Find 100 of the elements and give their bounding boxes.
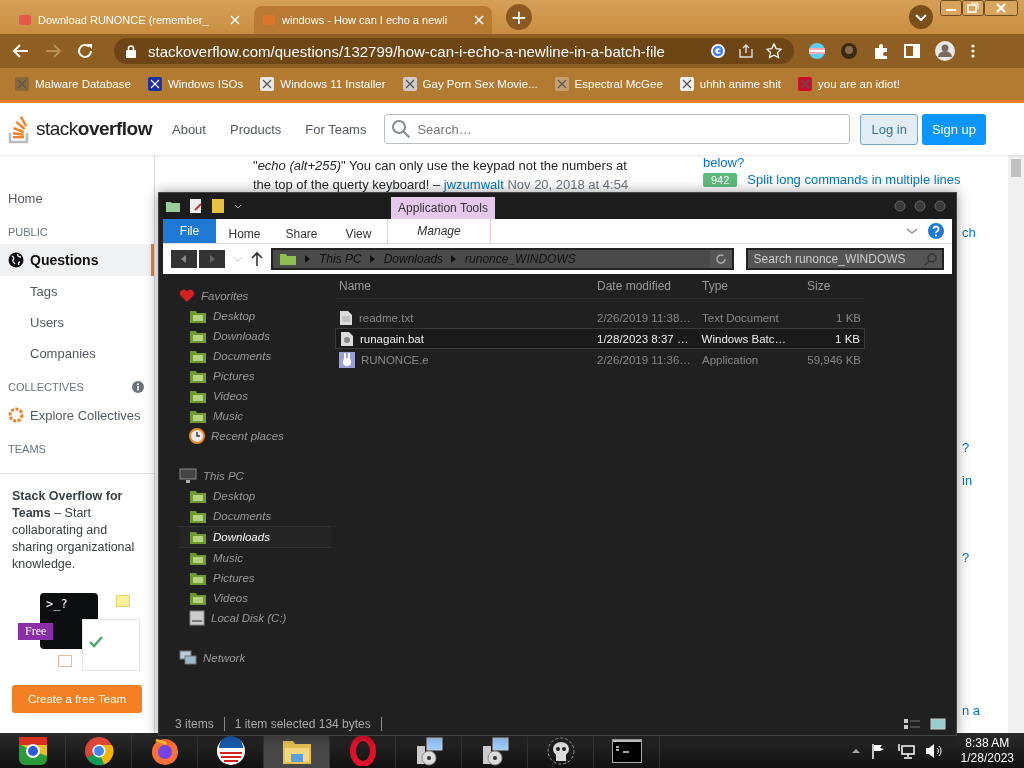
puzzle-icon[interactable]	[872, 42, 890, 60]
star-icon[interactable]	[766, 43, 782, 59]
related-question-link[interactable]: n a	[962, 703, 1008, 718]
folder-icon	[279, 252, 297, 266]
ribbon-tab[interactable]: File	[163, 219, 216, 243]
folder-icon	[189, 408, 207, 424]
related-question-link[interactable]: ?	[962, 550, 1008, 565]
folder-icon[interactable]	[165, 199, 181, 213]
search-engine-icon[interactable]	[710, 43, 726, 59]
search-icon	[391, 119, 412, 139]
bookmark[interactable]: uhhh anime shit	[678, 76, 781, 92]
navigation-item[interactable]: Pictures	[179, 568, 331, 588]
ribbon-tab[interactable]: View	[330, 222, 387, 246]
avatar-icon[interactable]	[840, 42, 858, 60]
search-field[interactable]: Search…	[384, 114, 851, 144]
refresh-icon[interactable]	[709, 250, 732, 268]
thumbnail-view-icon[interactable]	[930, 718, 946, 730]
folder-icon	[189, 590, 207, 606]
site-logo-text[interactable]: stackoverflow	[36, 118, 152, 140]
browser-tab[interactable]: windows - How can I echo a newli	[254, 6, 492, 34]
terminal-icon	[611, 738, 642, 763]
folder-icon[interactable]	[211, 198, 225, 214]
tray-arrow-icon[interactable]	[850, 746, 861, 755]
search-field[interactable]: Search runonce_WINDOWS	[745, 248, 944, 270]
file-row[interactable]: readme.txt 2/26/2019 11:38… Text Document 1 KB	[335, 307, 865, 328]
bookmark[interactable]: you are an idiot!	[797, 76, 900, 92]
navigation-item[interactable]: Videos	[179, 588, 331, 608]
lock-icon	[126, 44, 136, 58]
bookmark[interactable]: Windows 11 Installer	[259, 76, 386, 92]
navigation-item[interactable]: Local Disk (C:)	[179, 608, 331, 628]
address-bar[interactable]: stackoverflow.com/questions/132799/how-can-i-echo-a-newline-in-a-batch-file	[114, 38, 794, 64]
nav-link[interactable]: About	[172, 121, 206, 137]
navigation-item[interactable]: Documents	[179, 346, 331, 366]
navigation-item[interactable]: Favorites	[179, 286, 331, 306]
sidebar-link[interactable]: Home	[0, 183, 154, 214]
author-link[interactable]: jwzumwalt	[443, 177, 504, 192]
minimize-icon[interactable]	[940, 0, 962, 16]
navigation-item[interactable]: Documents	[179, 506, 331, 526]
sidebar-link[interactable]: Companies	[0, 338, 154, 369]
flag-stripes-icon[interactable]	[808, 42, 826, 60]
related-question-link[interactable]: below?	[703, 155, 745, 170]
related-question-link[interactable]: ch	[962, 225, 1008, 240]
profile-icon[interactable]	[934, 40, 956, 62]
navigation-item[interactable]: Music	[179, 406, 331, 426]
related-question-link[interactable]: Split long commands in multiple lines	[747, 172, 961, 187]
bookmark[interactable]: Espectral McGee	[553, 76, 663, 92]
bookmark[interactable]: Gay Porn Sex Movie...	[401, 76, 538, 92]
bookmark[interactable]: Windows ISOs	[146, 76, 244, 92]
sidebar-link[interactable]: Tags	[0, 276, 154, 307]
navigation-item[interactable]: Desktop	[179, 486, 331, 506]
sidebar-link[interactable]: Questions	[0, 244, 154, 276]
column-header[interactable]: Type	[698, 279, 803, 293]
signup-button[interactable]: Sign up	[921, 113, 986, 145]
folder-icon	[189, 388, 207, 404]
network-icon[interactable]	[896, 742, 915, 759]
ribbon-tab[interactable]: Home	[216, 222, 273, 246]
sidebar-link[interactable]: Users	[0, 307, 154, 338]
volume-icon[interactable]	[924, 742, 943, 759]
navigation-item[interactable]: Pictures	[179, 366, 331, 386]
ribbon-tab[interactable]: Share	[273, 222, 330, 246]
navigation-item[interactable]: Downloads	[179, 526, 331, 548]
back-icon[interactable]	[171, 250, 197, 268]
info-icon[interactable]	[132, 381, 144, 393]
reload-icon[interactable]	[76, 42, 94, 60]
menu-icon[interactable]	[970, 43, 976, 59]
help-icon[interactable]	[928, 223, 944, 239]
nav-link[interactable]: Products	[229, 121, 282, 137]
close-icon[interactable]	[984, 0, 1018, 16]
navigation-item[interactable]: Network	[179, 648, 331, 668]
file-row[interactable]: runagain.bat 1/28/2023 8:37 … Windows Batc… 1 KB	[335, 328, 865, 349]
navigation-item[interactable]: Downloads	[179, 326, 331, 346]
teams-illustration-drawing: >_? Free	[12, 587, 142, 675]
back-icon[interactable]	[12, 42, 30, 60]
scrollbar[interactable]	[1008, 155, 1024, 733]
navigation-item[interactable]: This PC	[179, 466, 331, 486]
navigation-item[interactable]: Recent places	[179, 426, 331, 446]
new-tab-button[interactable]: +	[506, 4, 532, 30]
column-header[interactable]: Size	[803, 279, 865, 293]
sidebar-icon[interactable]	[904, 43, 920, 59]
related-question-link[interactable]: ?	[962, 440, 1008, 455]
restore-icon[interactable]	[962, 0, 984, 16]
share-icon[interactable]	[738, 43, 754, 59]
navigation-item[interactable]: Desktop	[179, 306, 331, 326]
document-icon[interactable]	[189, 198, 203, 214]
nav-link[interactable]: For Teams	[305, 121, 367, 137]
bookmark[interactable]: Malware Database	[14, 76, 131, 92]
sidebar-link[interactable]: Explore Collectives	[0, 399, 154, 431]
column-header[interactable]: Name	[335, 279, 593, 293]
details-view-icon[interactable]	[904, 718, 920, 730]
related-question-link[interactable]: in	[962, 473, 1008, 488]
login-button[interactable]: Log in	[860, 113, 918, 145]
navigation-item[interactable]: Videos	[179, 386, 331, 406]
comment-text: "echo (alt+255)" You can only use the keypad not the numbers at the top of the querty keyboard! – jwzumwalt Nov 20, 2018 at 4:54	[253, 157, 630, 194]
clock[interactable]: 8:38 AM 1/28/2023	[960, 735, 1014, 766]
up-arrow-icon[interactable]	[251, 251, 263, 267]
navigation-item[interactable]: Music	[179, 548, 331, 568]
column-header[interactable]: Date modified	[593, 279, 698, 293]
file-row[interactable]: RUNONCE.e 2/26/2019 11:36… Application 59,946 KB	[335, 349, 865, 370]
chevron-icon[interactable]	[906, 226, 918, 236]
tab-search-icon[interactable]	[908, 4, 934, 30]
